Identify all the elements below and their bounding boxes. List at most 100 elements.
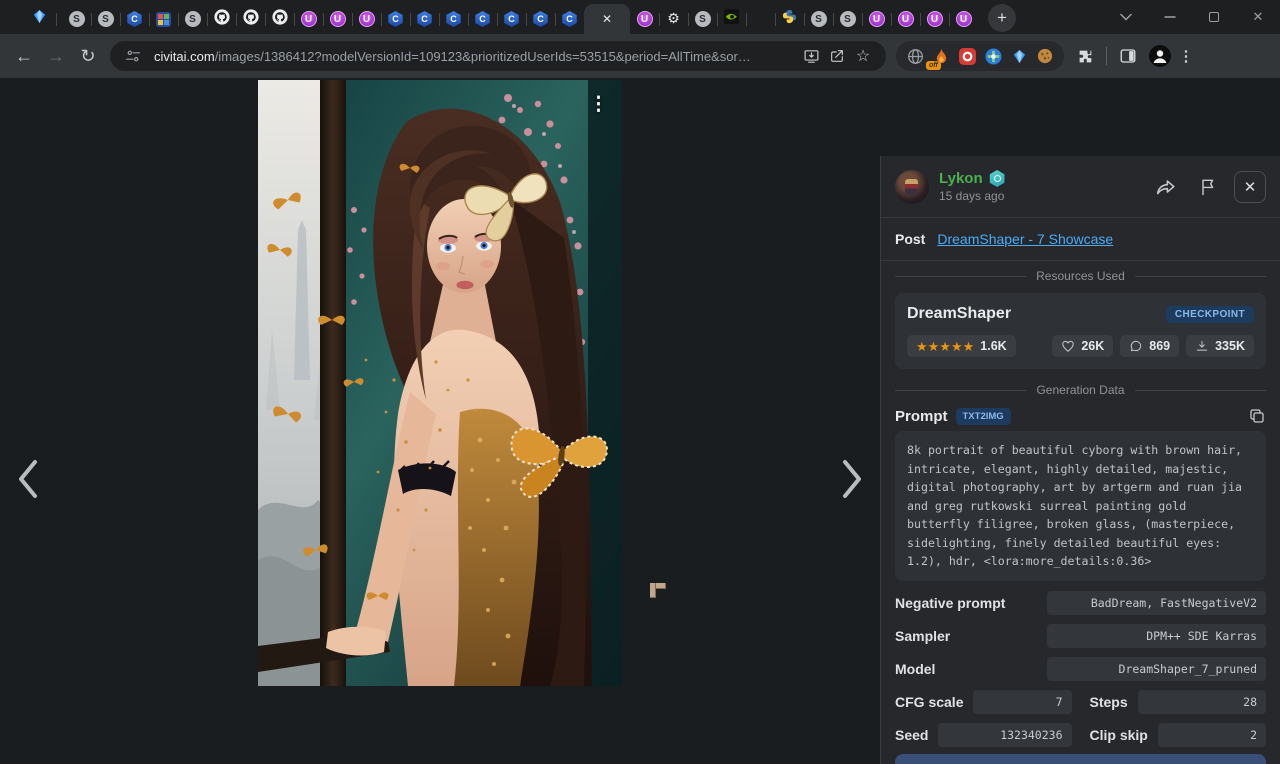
minimize-button[interactable] bbox=[1148, 0, 1192, 34]
install-app-icon[interactable] bbox=[798, 43, 824, 69]
tab-u[interactable]: U bbox=[862, 4, 891, 34]
url-domain: civitai.com bbox=[154, 49, 215, 64]
field-value: BadDream, FastNegativeV2 bbox=[1047, 591, 1266, 615]
extension-red-icon[interactable] bbox=[954, 43, 980, 69]
github-favicon-icon bbox=[243, 9, 259, 30]
bookmark-star-icon[interactable]: ☆ bbox=[850, 43, 876, 69]
close-panel-button[interactable]: ✕ bbox=[1234, 171, 1266, 203]
copy-generation-data-button[interactable] bbox=[895, 754, 1266, 764]
tab-close-icon[interactable]: ✕ bbox=[602, 13, 612, 25]
tab-u[interactable]: U bbox=[630, 4, 659, 34]
resources-divider: Resources Used bbox=[881, 261, 1280, 289]
tab-civitai[interactable]: C bbox=[555, 4, 584, 34]
field-label: Model bbox=[895, 661, 1037, 677]
window-close-button[interactable]: ✕ bbox=[1236, 0, 1280, 34]
new-tab-button[interactable]: + bbox=[988, 4, 1016, 32]
user-avatar[interactable] bbox=[895, 170, 929, 204]
tab-s[interactable]: S bbox=[62, 4, 91, 34]
generation-divider-label: Generation Data bbox=[1036, 383, 1124, 397]
tab-s[interactable]: S bbox=[178, 4, 207, 34]
txt2img-badge[interactable]: TXT2IMG bbox=[956, 408, 1011, 425]
tab-u[interactable]: U bbox=[949, 4, 978, 34]
forward-button[interactable]: → bbox=[40, 40, 72, 72]
checkpoint-badge[interactable]: CHECKPOINT bbox=[1166, 306, 1254, 323]
tab-u[interactable]: U bbox=[352, 4, 381, 34]
tab-github[interactable] bbox=[207, 4, 236, 34]
s-favicon-icon: S bbox=[69, 11, 85, 27]
tab-gem[interactable] bbox=[22, 4, 56, 34]
side-panel-icon[interactable] bbox=[1115, 43, 1141, 69]
tab-civitai[interactable]: C bbox=[120, 4, 149, 34]
reload-button[interactable]: ↻ bbox=[72, 40, 104, 72]
artwork-image[interactable]: ⋮ bbox=[258, 80, 622, 686]
rating-pill[interactable]: ★★★★★ 1.6K bbox=[907, 335, 1016, 357]
tab-civitai[interactable]: C bbox=[526, 4, 555, 34]
field-negative-prompt: Negative prompt BadDream, FastNegativeV2 bbox=[895, 591, 1266, 615]
share-post-button[interactable] bbox=[1150, 171, 1182, 203]
s-favicon-icon: S bbox=[695, 11, 711, 27]
tab-civitai[interactable]: C bbox=[497, 4, 526, 34]
profile-avatar-icon[interactable] bbox=[1147, 43, 1173, 69]
address-bar[interactable]: civitai.com/images/1386412?modelVersionI… bbox=[110, 41, 886, 71]
post-link[interactable]: DreamShaper - 7 Showcase bbox=[937, 231, 1113, 247]
downloads-count: 335K bbox=[1215, 339, 1245, 353]
s-favicon-icon: S bbox=[185, 11, 201, 27]
u-favicon-icon: U bbox=[956, 11, 972, 27]
github-favicon-icon bbox=[214, 9, 230, 30]
extension-gem-icon[interactable] bbox=[1006, 43, 1032, 69]
browser-menu-kebab-icon[interactable]: ⋮ bbox=[1173, 43, 1199, 69]
generation-fields: Negative prompt BadDream, FastNegativeV2… bbox=[881, 581, 1280, 747]
downloads-pill[interactable]: 335K bbox=[1186, 335, 1254, 357]
next-image-button[interactable] bbox=[830, 453, 874, 505]
report-flag-button[interactable] bbox=[1192, 171, 1224, 203]
field-label: Seed bbox=[895, 727, 928, 743]
tab-store[interactable] bbox=[149, 4, 178, 34]
field-grid-row-2: Seed 132340236 Clip skip 2 bbox=[895, 723, 1266, 747]
civitai-favicon-icon: C bbox=[417, 11, 433, 27]
tab-python[interactable] bbox=[775, 4, 804, 34]
extension-flame-icon[interactable]: off bbox=[928, 43, 954, 69]
tab-nvidia[interactable] bbox=[717, 4, 746, 34]
previous-image-button[interactable] bbox=[6, 453, 50, 505]
image-options-kebab-icon[interactable]: ⋮ bbox=[589, 96, 608, 113]
username-link[interactable]: Lykon bbox=[939, 170, 983, 187]
likes-pill[interactable]: 26K bbox=[1052, 335, 1113, 357]
tab-s[interactable]: S bbox=[688, 4, 717, 34]
tab-u[interactable]: U bbox=[294, 4, 323, 34]
tab-civitai[interactable]: C bbox=[439, 4, 468, 34]
comments-pill[interactable]: 869 bbox=[1120, 335, 1179, 357]
extension-sphere-icon[interactable] bbox=[980, 43, 1006, 69]
tab-shards[interactable] bbox=[746, 4, 775, 34]
tab-active[interactable]: ✕ bbox=[584, 4, 630, 34]
civitai-favicon-icon: C bbox=[562, 11, 578, 27]
share-icon[interactable] bbox=[824, 43, 850, 69]
copy-prompt-button[interactable] bbox=[1248, 407, 1266, 425]
tab-civitai[interactable]: C bbox=[410, 4, 439, 34]
tab-civitai[interactable]: C bbox=[468, 4, 497, 34]
back-button[interactable]: ← bbox=[8, 40, 40, 72]
extension-cookie-icon[interactable] bbox=[1032, 43, 1058, 69]
site-info-icon[interactable] bbox=[120, 43, 146, 69]
tab-gear[interactable]: ⚙ bbox=[659, 4, 688, 34]
store-favicon-icon bbox=[156, 12, 171, 27]
extensions-shelf: off bbox=[896, 41, 1064, 71]
field-steps: Steps 28 bbox=[1090, 690, 1267, 714]
tab-s[interactable]: S bbox=[833, 4, 862, 34]
tab-s[interactable]: S bbox=[91, 4, 120, 34]
restore-button[interactable] bbox=[1192, 0, 1236, 34]
tab-u[interactable]: U bbox=[891, 4, 920, 34]
tab-u[interactable]: U bbox=[323, 4, 352, 34]
extensions-puzzle-icon[interactable] bbox=[1072, 43, 1098, 69]
tab-github[interactable] bbox=[265, 4, 294, 34]
u-favicon-icon: U bbox=[869, 11, 885, 27]
resource-name[interactable]: DreamShaper bbox=[907, 305, 1011, 323]
tab-github[interactable] bbox=[236, 4, 265, 34]
tab-search-chevron-icon[interactable] bbox=[1104, 0, 1148, 34]
header-actions: ✕ bbox=[1150, 171, 1266, 203]
tab-u[interactable]: U bbox=[920, 4, 949, 34]
copy-icon bbox=[1248, 407, 1266, 425]
tab-s[interactable]: S bbox=[804, 4, 833, 34]
civitai-favicon-icon: C bbox=[475, 11, 491, 27]
tab-civitai[interactable]: C bbox=[381, 4, 410, 34]
extension-globe-icon[interactable] bbox=[902, 43, 928, 69]
